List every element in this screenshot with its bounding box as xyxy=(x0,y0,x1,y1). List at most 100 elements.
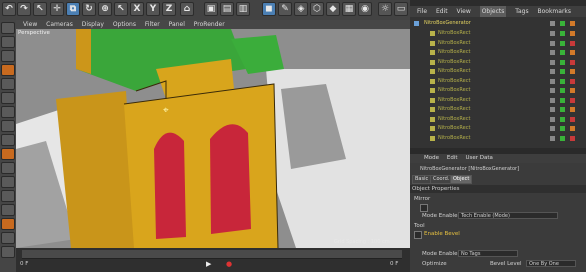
tweak-icon[interactable] xyxy=(1,134,15,146)
make-editable-icon[interactable] xyxy=(1,22,15,34)
tag-icon[interactable] xyxy=(570,59,575,65)
object-row-child[interactable]: NitroBoxRect xyxy=(410,96,586,105)
tag-icon[interactable] xyxy=(570,88,575,93)
x-axis-button[interactable]: X xyxy=(130,2,144,16)
enabled-check-icon[interactable] xyxy=(560,50,565,55)
camera-icon[interactable]: ◉ xyxy=(358,2,372,16)
move-icon[interactable]: ✛ xyxy=(50,2,64,16)
enabled-check-icon[interactable] xyxy=(560,116,565,122)
object-row-child[interactable]: NitroBoxRect xyxy=(410,48,586,57)
tag-icon[interactable] xyxy=(570,97,575,103)
tab-coord[interactable]: Coord. xyxy=(430,175,453,184)
menu-mode[interactable]: Mode xyxy=(424,154,439,163)
tag-icon[interactable] xyxy=(570,126,575,131)
menu-view-om[interactable]: View xyxy=(457,6,471,17)
workplane-mode-icon[interactable] xyxy=(1,64,15,76)
visibility-icon[interactable] xyxy=(550,88,555,93)
object-row-child[interactable]: NitroBoxRect xyxy=(410,77,586,86)
pen-icon[interactable]: ✎ xyxy=(278,2,292,16)
visibility-icon[interactable] xyxy=(550,59,555,65)
record-button[interactable]: ● xyxy=(226,260,236,268)
tag-icon[interactable] xyxy=(570,116,575,122)
select-arrow-2-icon[interactable]: ↖ xyxy=(114,2,128,16)
menu-file[interactable]: File xyxy=(417,6,427,17)
menu-cameras[interactable]: Cameras xyxy=(46,20,73,29)
undo-icon[interactable]: ↶ xyxy=(2,2,16,16)
visibility-icon[interactable] xyxy=(550,31,555,36)
one-by-one-field[interactable]: One By One xyxy=(526,260,576,267)
no-tags-field[interactable]: No Tags xyxy=(458,250,518,257)
menu-user-data[interactable]: User Data xyxy=(466,154,493,163)
object-row-child[interactable]: NitroBoxRect xyxy=(410,29,586,38)
mirror-checkbox[interactable] xyxy=(420,204,428,212)
tag-icon[interactable] xyxy=(570,21,575,26)
menu-objects[interactable]: Objects xyxy=(479,6,507,17)
tag-icon[interactable] xyxy=(570,107,575,112)
frame-start-field[interactable]: 0 F xyxy=(20,261,28,267)
redo-icon[interactable]: ↷ xyxy=(17,2,31,16)
enabled-check-icon[interactable] xyxy=(560,21,565,26)
tag-icon[interactable] xyxy=(570,69,575,74)
visibility-icon[interactable] xyxy=(550,69,555,74)
visibility-icon[interactable] xyxy=(550,40,555,46)
menu-options[interactable]: Options xyxy=(113,20,136,29)
frame-end-field[interactable]: 0 F xyxy=(390,261,398,267)
enable-bevel-checkbox[interactable] xyxy=(414,231,422,239)
timeline-ruler[interactable] xyxy=(22,250,402,259)
grid-icon[interactable] xyxy=(1,246,15,258)
layer-icon[interactable] xyxy=(1,232,15,244)
enabled-check-icon[interactable] xyxy=(560,107,565,112)
layout-icon[interactable]: ▭ xyxy=(394,2,408,16)
menu-edit-attr[interactable]: Edit xyxy=(447,154,458,163)
object-row-child[interactable]: NitroBoxRect xyxy=(410,105,586,114)
enabled-check-icon[interactable] xyxy=(560,59,565,65)
menu-bookmarks[interactable]: Bookmarks xyxy=(538,6,572,17)
lock-icon[interactable] xyxy=(1,176,15,188)
snap-icon[interactable] xyxy=(1,148,15,160)
y-axis-button[interactable]: Y xyxy=(146,2,160,16)
array-icon[interactable]: ⬡ xyxy=(310,2,324,16)
render-settings-icon[interactable]: ▥ xyxy=(236,2,250,16)
menu-display[interactable]: Display xyxy=(82,20,104,29)
tab-basic[interactable]: Basic xyxy=(412,175,432,184)
tag-icon[interactable] xyxy=(570,50,575,55)
visibility-icon[interactable] xyxy=(550,116,555,122)
object-row-child[interactable]: NitroBoxRect xyxy=(410,115,586,124)
tab-object[interactable]: Object xyxy=(450,175,473,184)
object-row-child[interactable]: NitroBoxRect xyxy=(410,39,586,48)
polygons-mode-icon[interactable] xyxy=(1,106,15,118)
model-mode-icon[interactable] xyxy=(1,36,15,48)
play-button[interactable]: ▶ xyxy=(206,260,216,268)
menu-panel[interactable]: Panel xyxy=(169,20,185,29)
deformer-icon[interactable]: ◆ xyxy=(326,2,340,16)
texture-mode-icon[interactable] xyxy=(1,50,15,62)
scene-icon[interactable]: ▦ xyxy=(342,2,356,16)
tag-icon[interactable] xyxy=(570,135,575,141)
object-row-child[interactable]: NitroBoxRect xyxy=(410,124,586,133)
magnet-icon[interactable] xyxy=(1,204,15,216)
enabled-check-icon[interactable] xyxy=(560,40,565,46)
object-row-child[interactable]: NitroBoxRect xyxy=(410,58,586,67)
enabled-check-icon[interactable] xyxy=(560,135,565,141)
menu-edit[interactable]: Edit xyxy=(436,6,448,17)
menu-prorender[interactable]: ProRender xyxy=(194,20,225,29)
enabled-check-icon[interactable] xyxy=(560,88,565,93)
menu-view[interactable]: View xyxy=(23,20,37,29)
edges-mode-icon[interactable] xyxy=(1,92,15,104)
last-tool-icon[interactable]: ⊕ xyxy=(98,2,112,16)
z-axis-button[interactable]: Z xyxy=(162,2,176,16)
visibility-icon[interactable] xyxy=(550,135,555,141)
tag-icon[interactable] xyxy=(570,78,575,84)
light-icon[interactable]: ☼ xyxy=(378,2,392,16)
visibility-icon[interactable] xyxy=(550,21,555,26)
subdivision-icon[interactable]: ◈ xyxy=(294,2,308,16)
render-view-icon[interactable]: ▣ xyxy=(204,2,218,16)
visibility-icon[interactable] xyxy=(550,126,555,131)
cube-icon[interactable]: ◼ xyxy=(262,2,276,16)
visibility-icon[interactable] xyxy=(550,78,555,84)
enabled-check-icon[interactable] xyxy=(560,126,565,131)
visibility-icon[interactable] xyxy=(550,107,555,112)
visibility-icon[interactable] xyxy=(550,97,555,103)
object-row-child[interactable]: NitroBoxRect xyxy=(410,86,586,95)
coordinate-system-icon[interactable]: ⌂ xyxy=(180,2,194,16)
